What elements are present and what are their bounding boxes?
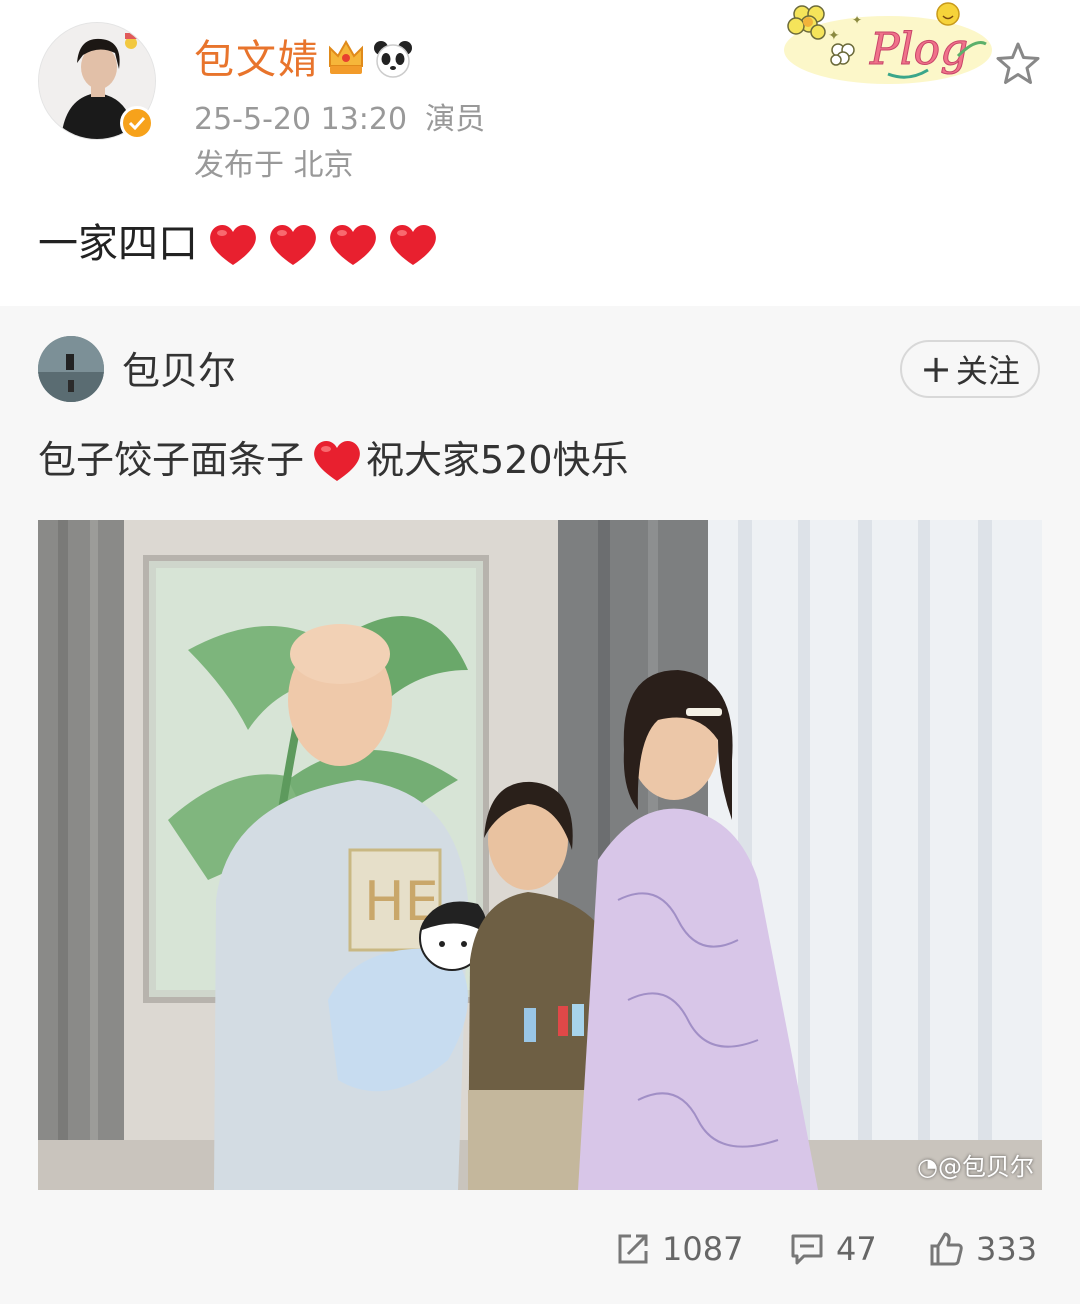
watermark-text: @包贝尔 bbox=[938, 1153, 1034, 1181]
post-location: 发布于 北京 bbox=[194, 148, 354, 183]
follow-button[interactable]: + 关注 bbox=[900, 340, 1040, 398]
favorite-star-icon[interactable] bbox=[994, 40, 1042, 88]
photo-watermark: ◔@包贝尔 bbox=[917, 1147, 1034, 1182]
post-text: 一家四口 bbox=[38, 221, 198, 267]
like-count: 333 bbox=[976, 1230, 1038, 1268]
share-icon bbox=[618, 1234, 648, 1264]
comment-count: 47 bbox=[836, 1230, 877, 1268]
repost-body: 包子饺子面条子 祝大家520快乐 bbox=[38, 432, 629, 488]
panda-icon bbox=[372, 38, 414, 80]
post-body: 一家四口 bbox=[38, 216, 448, 272]
comment-button[interactable]: 47 bbox=[790, 1230, 877, 1268]
post-header: 包文婧 25-5-20 13:20 演员 发布于 北京 Plog ✦ ✦ 一家四… bbox=[0, 0, 1080, 306]
heart-icon bbox=[312, 437, 362, 483]
hearts-emoji-row bbox=[208, 221, 448, 267]
reposted-card[interactable]: 包贝尔 + 关注 包子饺子面条子 祝大家520快乐 HE ◔@包贝尔 1087 … bbox=[0, 306, 1080, 1304]
svg-text:✦: ✦ bbox=[828, 28, 840, 44]
repost-author-avatar[interactable] bbox=[38, 336, 104, 402]
repost-author-name[interactable]: 包贝尔 bbox=[122, 346, 236, 396]
repost-text-before: 包子饺子面条子 bbox=[38, 438, 305, 482]
plog-sticker: Plog ✦ ✦ bbox=[778, 0, 994, 92]
heart-icon bbox=[210, 224, 256, 265]
action-bar: 1087 47 333 bbox=[0, 1220, 1080, 1290]
thumbs-up-icon bbox=[930, 1232, 963, 1266]
follow-label: 关注 bbox=[955, 352, 1020, 390]
comment-icon bbox=[791, 1234, 823, 1265]
repost-text-after: 祝大家520快乐 bbox=[366, 438, 629, 482]
post-timestamp: 25-5-20 13:20 bbox=[194, 102, 408, 137]
heart-icon bbox=[330, 224, 376, 265]
share-count: 1087 bbox=[662, 1230, 744, 1268]
author-name[interactable]: 包文婧 bbox=[194, 34, 320, 86]
plog-label: Plog bbox=[869, 24, 968, 75]
post-photo[interactable]: HE ◔@包贝尔 bbox=[38, 520, 1042, 1190]
like-button[interactable]: 333 bbox=[928, 1230, 1037, 1268]
author-role: 演员 bbox=[425, 102, 486, 137]
svg-text:✦: ✦ bbox=[852, 13, 862, 27]
crown-icon bbox=[326, 36, 366, 80]
share-button[interactable]: 1087 bbox=[616, 1230, 743, 1268]
heart-icon bbox=[270, 224, 316, 265]
plus-icon: + bbox=[920, 347, 952, 391]
weibo-logo-icon: ◔ bbox=[917, 1153, 938, 1181]
verified-badge-icon bbox=[120, 106, 154, 140]
post-meta: 25-5-20 13:20 演员 bbox=[194, 100, 485, 140]
heart-icon bbox=[390, 224, 436, 265]
